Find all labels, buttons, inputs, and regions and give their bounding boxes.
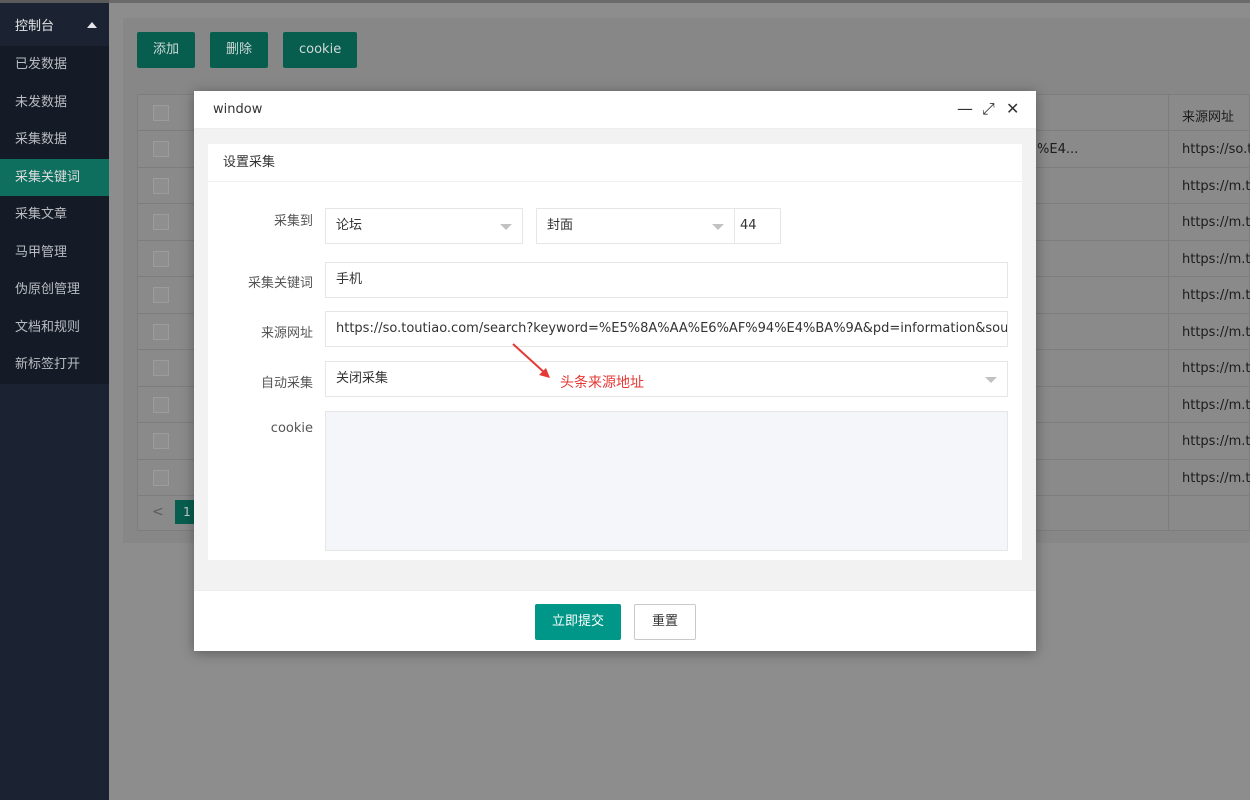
source-url-label: 来源网址 [260, 326, 313, 341]
sidebar-item-pseudo-original[interactable]: 伪原创管理 [0, 271, 109, 309]
cookie-textarea[interactable] [325, 411, 1008, 551]
collect-to-value: 论坛 [336, 218, 363, 233]
auto-collect-value: 关闭采集 [336, 371, 389, 386]
dropdown-caret-icon [500, 224, 512, 230]
table-cell: %E4... [1037, 142, 1079, 157]
minimize-icon[interactable]: — [957, 100, 973, 118]
dropdown-caret-icon [712, 224, 724, 230]
reset-button[interactable]: 重置 [634, 604, 697, 640]
table-cell-url: https://m.tou [1182, 179, 1250, 194]
annotation-text: 头条来源地址 [560, 375, 644, 391]
row-checkbox[interactable] [153, 214, 169, 230]
table-cell-url: https://so.tou [1182, 142, 1250, 157]
row-checkbox[interactable] [153, 433, 169, 449]
row-checkbox[interactable] [153, 324, 169, 340]
sidebar-item-new-tab[interactable]: 新标签打开 [0, 346, 109, 384]
table-cell-url: https://m.tou [1182, 471, 1250, 486]
count-value: 44 [740, 218, 757, 233]
sidebar-header[interactable]: 控制台 [0, 0, 109, 46]
source-url-input[interactable]: https://so.toutiao.com/search?keyword=%E… [325, 311, 1008, 347]
keyword-label: 采集关键词 [247, 276, 313, 291]
cookie-label: cookie [270, 421, 313, 436]
column-header-source-url: 来源网址 [1182, 110, 1235, 125]
sidebar-item-collected-data[interactable]: 采集数据 [0, 121, 109, 159]
annotation-arrow-icon [512, 343, 550, 378]
row-checkbox[interactable] [153, 287, 169, 303]
add-button[interactable]: 添加 [137, 32, 196, 68]
table-cell-url: https://m.tou [1182, 288, 1250, 303]
auto-collect-select[interactable]: 关闭采集 [325, 361, 1008, 397]
maximize-icon[interactable]: ⤢ [982, 100, 995, 118]
close-icon[interactable]: ✕ [1006, 100, 1019, 118]
collect-to-select[interactable]: 论坛 [325, 208, 523, 244]
card-title: 设置采集 [208, 144, 1022, 182]
table-cell-url: https://m.tou [1182, 398, 1250, 413]
sidebar-item-collect-keywords[interactable]: 采集关键词 [0, 158, 109, 196]
select-all-checkbox[interactable] [153, 105, 169, 121]
modal-title: window [213, 102, 263, 117]
table-cell-url: https://m.tou [1182, 252, 1250, 267]
row-checkbox[interactable] [153, 397, 169, 413]
row-checkbox[interactable] [153, 470, 169, 486]
sidebar-item-unpublished[interactable]: 未发数据 [0, 84, 109, 122]
cover-select[interactable]: 封面 [536, 208, 735, 244]
settings-modal: window — ⤢ ✕ 设置采集 采集到 论坛 封面 44 采集关键词 手机 [194, 91, 1036, 651]
modal-body: 设置采集 采集到 论坛 封面 44 采集关键词 手机 来源网址 https://… [194, 129, 1036, 590]
count-input[interactable]: 44 [734, 208, 781, 244]
caret-up-icon [87, 21, 97, 28]
modal-footer: 立即提交 重置 [194, 590, 1036, 651]
row-checkbox[interactable] [153, 141, 169, 157]
sidebar-item-published[interactable]: 已发数据 [0, 46, 109, 84]
table-cell-url: https://m.tou [1182, 215, 1250, 230]
source-url-value: https://so.toutiao.com/search?keyword=%E… [336, 321, 1008, 336]
row-checkbox[interactable] [153, 178, 169, 194]
table-cell-url: https://m.tou [1182, 325, 1250, 340]
table-cell-url: https://m.tou [1182, 434, 1250, 449]
dropdown-caret-icon [985, 377, 997, 383]
sidebar-item-vest-management[interactable]: 马甲管理 [0, 234, 109, 272]
sidebar-item-collect-articles[interactable]: 采集文章 [0, 196, 109, 234]
top-divider [109, 0, 1250, 3]
collect-to-label: 采集到 [273, 214, 313, 229]
sidebar-header-label: 控制台 [15, 19, 55, 34]
auto-collect-label: 自动采集 [260, 376, 313, 391]
keyword-value: 手机 [336, 272, 363, 287]
delete-button[interactable]: 删除 [210, 32, 269, 68]
sidebar-menu: 已发数据 未发数据 采集数据 采集关键词 采集文章 马甲管理 伪原创管理 文档和… [0, 46, 109, 384]
sidebar-item-docs-rules[interactable]: 文档和规则 [0, 309, 109, 347]
row-checkbox[interactable] [153, 251, 169, 267]
table-cell-url: https://m.tou [1182, 361, 1250, 376]
cover-value: 封面 [547, 218, 574, 233]
row-checkbox[interactable] [153, 360, 169, 376]
sidebar: 控制台 已发数据 未发数据 采集数据 采集关键词 采集文章 马甲管理 伪原创管理… [0, 0, 109, 800]
modal-header: window — ⤢ ✕ [194, 91, 1036, 129]
submit-button[interactable]: 立即提交 [535, 604, 622, 640]
keyword-input[interactable]: 手机 [325, 262, 1008, 298]
settings-card: 设置采集 采集到 论坛 封面 44 采集关键词 手机 来源网址 https://… [208, 144, 1022, 560]
prev-page-icon[interactable]: < [152, 504, 164, 520]
cookie-button[interactable]: cookie [283, 32, 358, 68]
